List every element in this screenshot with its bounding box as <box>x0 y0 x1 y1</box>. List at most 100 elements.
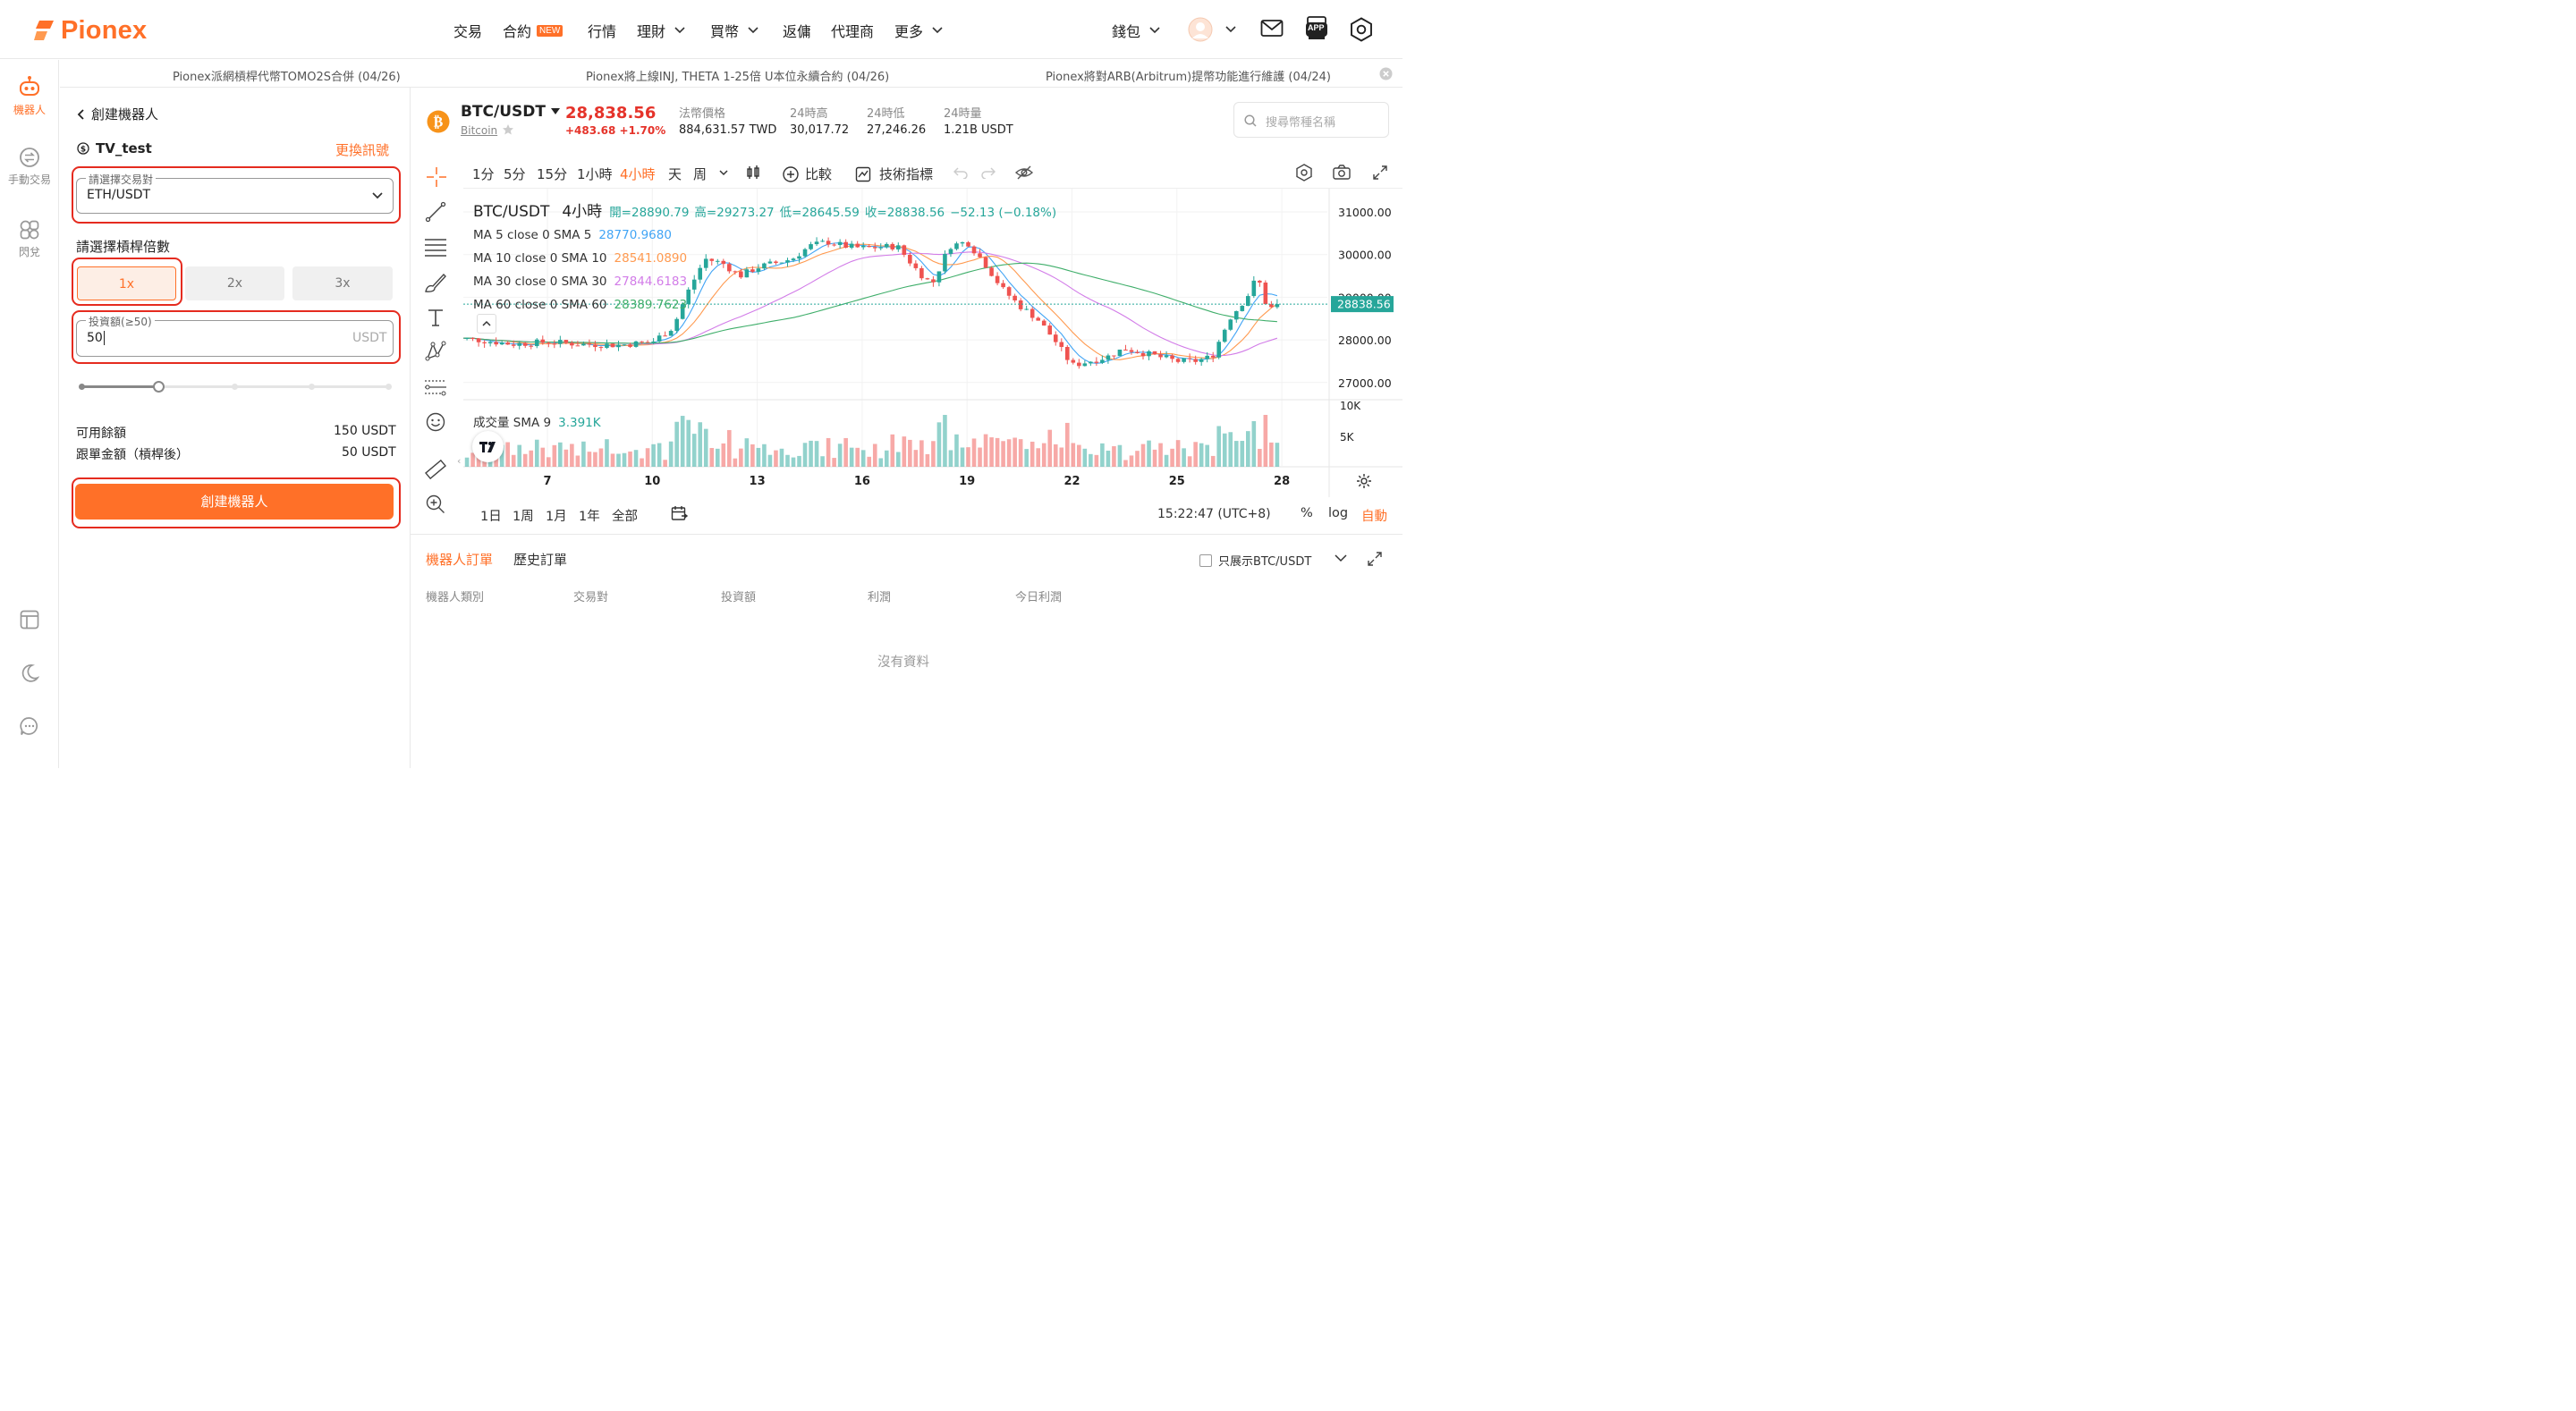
invest-amount-field[interactable]: 投資額(≥50) 50 USDT <box>76 314 394 357</box>
zoom-in-icon[interactable] <box>426 494 445 514</box>
scale-log[interactable]: log <box>1328 506 1348 520</box>
range-all[interactable]: 全部 <box>612 506 638 525</box>
coin-name-link[interactable]: Bitcoin <box>461 124 497 137</box>
leverage-1x-button[interactable]: 1x <box>77 266 176 300</box>
volume-bar <box>744 438 750 467</box>
filter-checkbox[interactable]: 只展示BTC/USDT <box>1199 552 1311 569</box>
prediction-tool-icon[interactable] <box>424 376 447 398</box>
timeframe-5m[interactable]: 5分 <box>504 165 526 183</box>
camera-icon[interactable] <box>1333 165 1351 180</box>
layout-icon[interactable] <box>20 610 39 629</box>
emoji-icon[interactable] <box>426 412 445 432</box>
time-tick-label: 7 <box>543 475 551 488</box>
settings-gear-icon[interactable] <box>1350 17 1373 42</box>
axis-settings-gear-icon[interactable] <box>1356 473 1372 489</box>
redo-icon[interactable] <box>981 166 996 179</box>
app-download-icon[interactable]: APP <box>1305 16 1328 41</box>
range-1m[interactable]: 1月 <box>546 506 567 525</box>
undo-icon[interactable] <box>953 166 968 179</box>
news-item[interactable]: Pionex派網槓桿代幣TOMO2S合併 (04/26) <box>173 67 401 84</box>
pionex-logo[interactable]: Pionex <box>34 16 147 46</box>
fullscreen-icon[interactable] <box>1373 165 1387 180</box>
collapse-legend-button[interactable] <box>477 314 496 334</box>
close-icon[interactable] <box>1379 67 1393 80</box>
nav-contract[interactable]: 合約 NEW <box>503 20 564 41</box>
tradingview-logo[interactable] <box>472 431 504 462</box>
nav-finance[interactable]: 理財 <box>637 20 685 41</box>
pattern-tool-icon[interactable] <box>425 341 446 362</box>
chevron-down-icon[interactable] <box>1335 554 1347 562</box>
nav-rebate[interactable]: 返傭 <box>783 20 811 41</box>
text-tool-icon[interactable] <box>427 308 445 327</box>
timeframe-4h[interactable]: 4小時 <box>620 165 656 183</box>
nav-buy-crypto[interactable]: 買幣 <box>710 20 758 41</box>
empty-state: 沒有資料 <box>877 655 929 670</box>
crosshair-icon[interactable] <box>426 166 447 188</box>
brush-icon[interactable] <box>424 272 447 293</box>
timeframe-15m[interactable]: 15分 <box>537 165 567 183</box>
leverage-3x-button[interactable]: 3x <box>292 266 393 300</box>
range-1w[interactable]: 1周 <box>513 506 534 525</box>
pair-select[interactable]: 請選擇交易對 ETH/USDT <box>76 172 394 214</box>
candle-body <box>1258 280 1262 283</box>
ruler-icon[interactable] <box>424 458 447 481</box>
sidebar-item-manual-trade[interactable]: 手動交易 <box>0 147 59 187</box>
tab-bot-orders[interactable]: 機器人訂單 <box>426 550 493 569</box>
checkbox[interactable] <box>1199 553 1212 567</box>
candle-body <box>1041 320 1046 326</box>
nav-wallet[interactable]: 錢包 <box>1112 20 1160 41</box>
news-item[interactable]: Pionex將上線INJ, THETA 1-25倍 U本位永續合約 (04/26… <box>586 67 889 84</box>
nav-wallet-label: 錢包 <box>1112 23 1141 40</box>
nav-trade[interactable]: 交易 <box>453 20 482 41</box>
timeframe-1m[interactable]: 1分 <box>472 165 495 183</box>
chevron-down-icon[interactable] <box>719 170 728 176</box>
mail-icon[interactable] <box>1260 19 1284 38</box>
create-bot-button[interactable]: 創建機器人 <box>75 484 394 520</box>
timeframe-1w[interactable]: 周 <box>693 165 707 183</box>
volume-bar <box>663 460 667 467</box>
star-icon[interactable] <box>502 123 514 136</box>
chat-icon[interactable] <box>20 716 39 736</box>
volume-bar <box>1123 460 1128 467</box>
range-1y[interactable]: 1年 <box>579 506 600 525</box>
compare-button[interactable]: 比較 <box>783 165 832 183</box>
moon-icon[interactable] <box>20 663 39 683</box>
orders-panel <box>411 534 1402 768</box>
robot-icon <box>20 76 39 96</box>
tab-history-orders[interactable]: 歷史訂單 <box>513 550 567 569</box>
change-signal-link[interactable]: 更換訊號 <box>335 140 389 159</box>
back-button[interactable]: 創建機器人 <box>77 105 158 123</box>
chart-settings-icon[interactable] <box>1296 164 1312 182</box>
trend-line-icon[interactable] <box>425 201 446 223</box>
timeframe-1h[interactable]: 1小時 <box>577 165 613 183</box>
candle-type-icon[interactable] <box>745 165 761 181</box>
horizontal-lines-icon[interactable] <box>424 236 447 258</box>
scale-percent[interactable]: % <box>1301 506 1313 520</box>
slider-handle[interactable] <box>152 381 165 393</box>
news-item[interactable]: Pionex將對ARB(Arbitrum)提幣功能進行維護 (04/24) <box>1046 67 1331 84</box>
eye-hidden-icon[interactable] <box>1015 165 1033 180</box>
sidebar-item-swap[interactable]: 閃兌 <box>0 219 59 259</box>
dollar-circle-icon: $ <box>77 142 89 155</box>
candle-body <box>1263 283 1268 305</box>
leverage-2x-button[interactable]: 2x <box>185 266 284 300</box>
candle-body <box>1129 350 1134 352</box>
coin-search-input[interactable]: 搜尋幣種名稱 <box>1233 102 1389 138</box>
nav-more[interactable]: 更多 <box>894 20 943 41</box>
candle-body <box>605 343 609 349</box>
expand-icon[interactable] <box>1368 552 1382 566</box>
candle-body <box>529 345 534 347</box>
nav-market[interactable]: 行情 <box>588 20 616 41</box>
sidebar-item-bot[interactable]: 機器人 <box>0 75 59 117</box>
user-avatar-menu[interactable] <box>1188 17 1241 42</box>
calendar-icon[interactable] <box>671 505 688 522</box>
scale-auto[interactable]: 自動 <box>1361 506 1387 525</box>
indicators-button[interactable]: 技術指標 <box>855 165 933 183</box>
candle-body <box>1147 351 1151 357</box>
nav-agent[interactable]: 代理商 <box>831 20 874 41</box>
timeframe-1d[interactable]: 天 <box>668 165 682 183</box>
pair-selector[interactable]: BTC/USDT <box>461 103 560 121</box>
range-1d[interactable]: 1日 <box>480 506 502 525</box>
scroll-left-icon[interactable]: ‹ <box>457 455 461 467</box>
amount-slider[interactable] <box>79 380 392 394</box>
